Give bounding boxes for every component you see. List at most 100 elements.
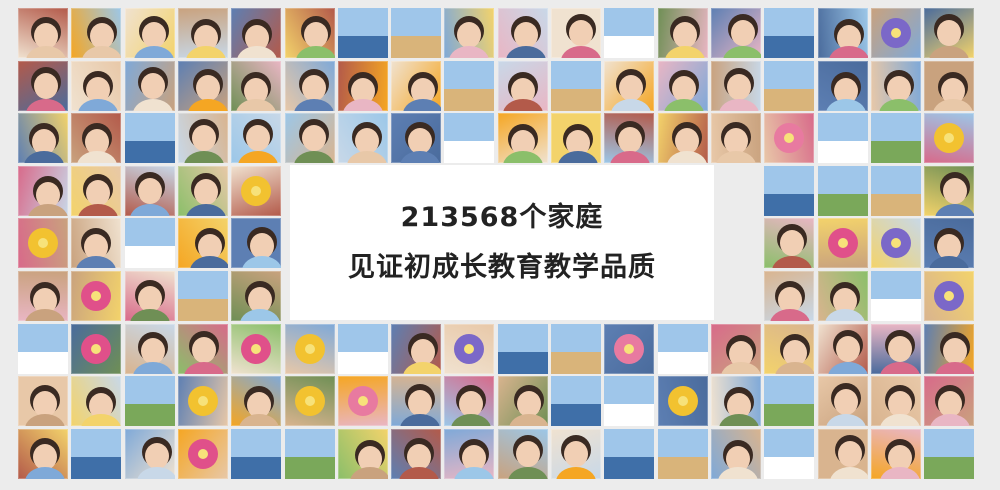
family-photo-tile — [604, 61, 654, 111]
family-photo-tile — [764, 376, 814, 426]
family-photo-tile — [658, 61, 708, 111]
family-photo-tile — [125, 271, 175, 321]
family-photo-tile — [178, 113, 228, 163]
family-photo-tile — [71, 376, 121, 426]
family-photo-tile — [125, 218, 175, 268]
family-photo-tile — [604, 376, 654, 426]
family-photo-tile — [18, 113, 68, 163]
family-photo-tile — [18, 8, 68, 58]
family-photo-tile — [391, 376, 441, 426]
family-photo-tile — [285, 376, 335, 426]
family-photo-tile — [551, 113, 601, 163]
family-photo-tile — [338, 113, 388, 163]
family-photo-tile — [285, 8, 335, 58]
family-photo-tile — [231, 429, 281, 479]
family-photo-tile — [125, 166, 175, 216]
family-photo-tile — [125, 376, 175, 426]
family-photo-tile — [818, 61, 868, 111]
quality-tagline: 见证初成长教育教学品质 — [348, 251, 656, 283]
family-photo-tile — [551, 429, 601, 479]
family-photo-tile — [818, 429, 868, 479]
family-photo-tile — [711, 61, 761, 111]
family-photo-tile — [18, 271, 68, 321]
family-photo-tile — [18, 166, 68, 216]
family-photo-tile — [18, 324, 68, 374]
family-photo-tile — [391, 324, 441, 374]
family-photo-tile — [125, 324, 175, 374]
family-photo-tile — [924, 218, 974, 268]
family-photo-tile — [871, 429, 921, 479]
family-photo-tile — [18, 429, 68, 479]
family-photo-tile — [818, 376, 868, 426]
family-photo-tile — [871, 376, 921, 426]
family-photo-tile — [178, 429, 228, 479]
family-photo-tile — [338, 61, 388, 111]
family-photo-tile — [178, 324, 228, 374]
family-photo-tile — [338, 324, 388, 374]
family-photo-tile — [871, 8, 921, 58]
family-photo-tile — [658, 113, 708, 163]
family-photo-tile — [125, 429, 175, 479]
family-photo-tile — [818, 166, 868, 216]
collage-banner: 213568个家庭 见证初成长教育教学品质 — [0, 0, 1000, 490]
family-photo-tile — [125, 8, 175, 58]
family-photo-tile — [924, 376, 974, 426]
family-photo-tile — [711, 324, 761, 374]
family-photo-tile — [18, 61, 68, 111]
family-photo-tile — [871, 271, 921, 321]
family-photo-tile — [231, 166, 281, 216]
family-photo-tile — [924, 113, 974, 163]
family-photo-tile — [444, 8, 494, 58]
family-photo-tile — [338, 429, 388, 479]
family-photo-tile — [818, 218, 868, 268]
family-photo-tile — [764, 61, 814, 111]
family-photo-tile — [604, 429, 654, 479]
family-photo-tile — [391, 61, 441, 111]
family-photo-tile — [178, 61, 228, 111]
family-photo-tile — [231, 218, 281, 268]
family-photo-tile — [285, 61, 335, 111]
family-photo-tile — [444, 429, 494, 479]
family-photo-tile — [71, 113, 121, 163]
family-photo-tile — [764, 166, 814, 216]
family-photo-tile — [498, 113, 548, 163]
family-photo-tile — [444, 113, 494, 163]
family-photo-tile — [924, 324, 974, 374]
family-photo-tile — [231, 271, 281, 321]
family-photo-tile — [178, 271, 228, 321]
family-photo-tile — [711, 113, 761, 163]
family-photo-tile — [658, 376, 708, 426]
family-photo-tile — [391, 429, 441, 479]
family-photo-tile — [338, 8, 388, 58]
family-count-headline: 213568个家庭 — [400, 201, 604, 233]
family-photo-tile — [658, 324, 708, 374]
family-photo-tile — [71, 271, 121, 321]
family-photo-tile — [818, 8, 868, 58]
family-photo-tile — [125, 113, 175, 163]
family-photo-tile — [551, 61, 601, 111]
family-photo-tile — [711, 429, 761, 479]
family-photo-tile — [604, 113, 654, 163]
family-photo-tile — [178, 8, 228, 58]
family-photo-tile — [285, 324, 335, 374]
family-photo-tile — [71, 166, 121, 216]
family-photo-tile — [391, 113, 441, 163]
family-photo-tile — [764, 271, 814, 321]
family-photo-tile — [71, 8, 121, 58]
family-photo-tile — [231, 113, 281, 163]
family-photo-tile — [764, 113, 814, 163]
family-photo-tile — [178, 218, 228, 268]
family-photo-tile — [231, 376, 281, 426]
family-photo-tile — [178, 166, 228, 216]
family-photo-tile — [711, 376, 761, 426]
family-photo-tile — [764, 218, 814, 268]
family-photo-tile — [498, 8, 548, 58]
family-photo-tile — [444, 324, 494, 374]
family-photo-tile — [871, 324, 921, 374]
family-photo-tile — [285, 113, 335, 163]
family-photo-tile — [764, 429, 814, 479]
family-photo-tile — [924, 271, 974, 321]
family-photo-tile — [71, 61, 121, 111]
family-photo-tile — [551, 324, 601, 374]
family-photo-tile — [231, 8, 281, 58]
